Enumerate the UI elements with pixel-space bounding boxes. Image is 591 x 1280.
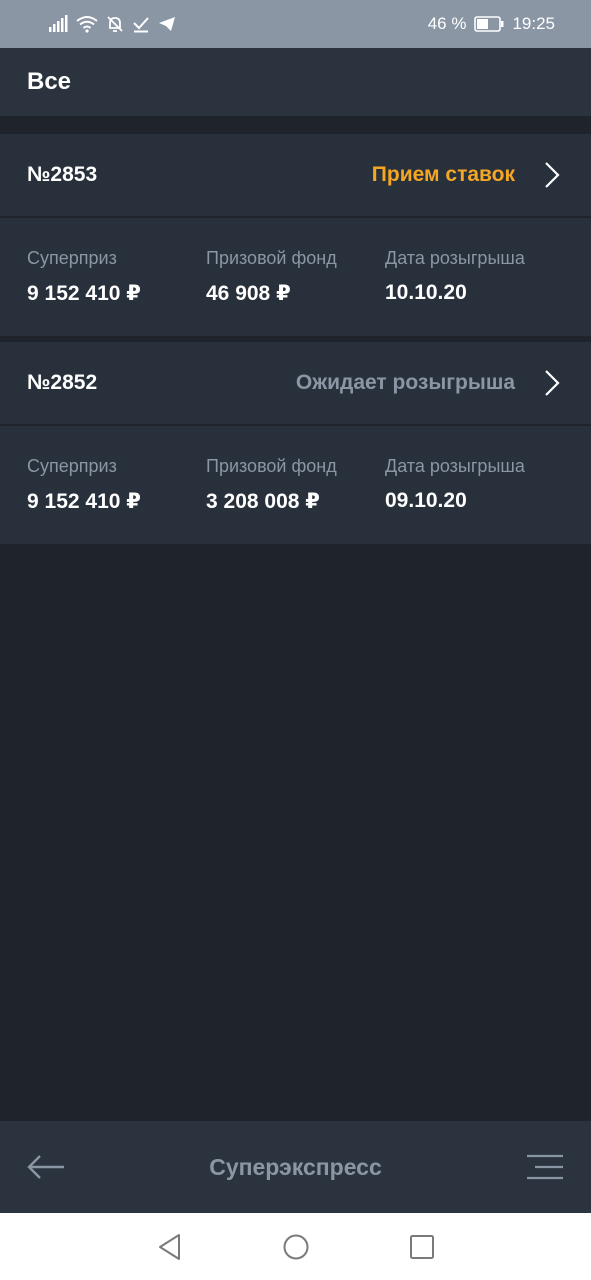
status-icons <box>48 15 176 33</box>
chevron-right-icon[interactable] <box>543 369 561 397</box>
superprize-column: Суперприз 9 152 410 ₽ <box>27 456 206 544</box>
draw-status: Прием ставок <box>371 163 515 186</box>
menu-icon[interactable] <box>525 1147 565 1187</box>
bottom-app-bar: Суперэкспресс <box>0 1121 591 1213</box>
telegram-icon <box>158 15 176 33</box>
signal-icon <box>48 15 68 33</box>
app-section-title: Суперэкспресс <box>209 1153 382 1180</box>
draw-date-label: Дата розыгрыша <box>385 456 525 476</box>
superprize-label: Суперприз <box>27 456 117 476</box>
system-nav-bar <box>0 1213 591 1280</box>
draw-card[interactable]: №2853 Прием ставок Суперприз 9 152 410 ₽… <box>0 134 591 336</box>
prize-fund-label: Призовой фонд <box>206 248 337 268</box>
superprize-value: 9 152 410 ₽ <box>27 490 141 513</box>
superprize-label: Суперприз <box>27 248 117 268</box>
draw-date-label: Дата розыгрыша <box>385 248 525 268</box>
draw-date-column: Дата розыгрыша 09.10.20 <box>385 456 564 544</box>
divider <box>0 116 591 134</box>
clock: 19:25 <box>512 14 555 33</box>
draw-date-column: Дата розыгрыша 10.10.20 <box>385 248 564 336</box>
chevron-right-icon[interactable] <box>543 161 561 189</box>
status-right: 46 % 19:25 <box>428 14 555 34</box>
bell-off-icon <box>106 15 124 33</box>
draw-card[interactable]: №2852 Ожидает розыгрыша Суперприз 9 152 … <box>0 342 591 544</box>
draw-number: №2852 <box>27 371 98 394</box>
download-check-icon <box>132 15 150 33</box>
draw-date-value: 09.10.20 <box>385 489 467 512</box>
arrow-left-icon[interactable] <box>26 1147 66 1187</box>
draw-date-value: 10.10.20 <box>385 281 467 304</box>
prize-fund-column: Призовой фонд 3 208 008 ₽ <box>206 456 385 544</box>
draw-card-header[interactable]: №2853 Прием ставок <box>0 134 591 218</box>
battery-icon <box>474 16 504 32</box>
draw-status: Ожидает розыгрыша <box>295 371 515 394</box>
wifi-icon <box>76 15 98 33</box>
draw-card-details: Суперприз 9 152 410 ₽ Призовой фонд 3 20… <box>0 426 591 544</box>
battery-percent: 46 % <box>427 14 467 33</box>
draw-card-details: Суперприз 9 152 410 ₽ Призовой фонд 46 9… <box>0 218 591 336</box>
filter-header[interactable]: Все <box>0 48 591 116</box>
nav-recents-icon[interactable] <box>402 1227 442 1267</box>
prize-fund-column: Призовой фонд 46 908 ₽ <box>206 248 385 336</box>
superprize-column: Суперприз 9 152 410 ₽ <box>27 248 206 336</box>
nav-back-icon[interactable] <box>150 1227 190 1267</box>
status-bar: 46 % 19:25 <box>0 0 591 48</box>
prize-fund-label: Призовой фонд <box>206 456 337 476</box>
prize-fund-value: 46 908 ₽ <box>206 282 291 305</box>
draw-card-header[interactable]: №2852 Ожидает розыгрыша <box>0 342 591 426</box>
nav-home-icon[interactable] <box>276 1227 316 1267</box>
prize-fund-value: 3 208 008 ₽ <box>206 490 320 513</box>
superprize-value: 9 152 410 ₽ <box>27 282 141 305</box>
draw-number: №2853 <box>27 163 98 186</box>
filter-title: Все <box>27 68 72 95</box>
